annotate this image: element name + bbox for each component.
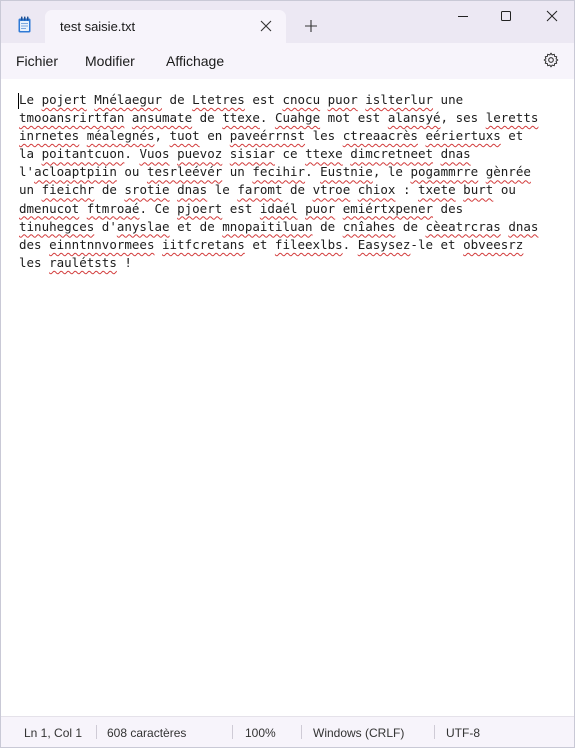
notepad-window: test saisie.txt Fichier Modifier Afficha… xyxy=(0,0,575,748)
editor-line: tmooansrirtfan ansumate de ttexe. Cuahge… xyxy=(19,110,539,126)
editor-line: les raulétsts ! xyxy=(19,254,132,270)
editor-line: des einntnnvormees iitfcretans et fileex… xyxy=(19,236,524,252)
status-cursor-position[interactable]: Ln 1, Col 1 xyxy=(24,726,82,740)
menu-affichage[interactable]: Affichage xyxy=(166,53,224,69)
editor-line: inrnetes méalegnés, tuot en paveérrnst l… xyxy=(19,128,524,144)
text-editor[interactable]: Le pojert Mnélaegur de Ltetres est cnocu… xyxy=(1,79,574,717)
minimize-icon[interactable] xyxy=(457,9,469,21)
menu-bar: Fichier Modifier Affichage xyxy=(1,43,574,79)
status-char-count: 608 caractères xyxy=(107,726,187,740)
tab-test-saisie[interactable]: test saisie.txt xyxy=(45,10,286,43)
new-tab-plus-icon[interactable] xyxy=(302,17,320,35)
notepad-icon xyxy=(17,16,32,33)
status-divider xyxy=(232,725,233,739)
editor-line: l'acloaptpiin ou tesrleévér un fecihir. … xyxy=(19,164,531,180)
editor-line: tinuhegces d'anyslae et de mnopaitiluan … xyxy=(19,218,539,234)
status-zoom[interactable]: 100% xyxy=(245,726,276,740)
status-encoding[interactable]: UTF-8 xyxy=(446,726,480,740)
status-bar: Ln 1, Col 1 608 caractères 100% Windows … xyxy=(1,716,574,747)
editor-line: dmenucot ftmroaé. Ce pjoert est idaél pu… xyxy=(19,200,464,216)
tab-title: test saisie.txt xyxy=(60,19,136,34)
close-icon[interactable] xyxy=(546,9,558,22)
maximize-icon[interactable] xyxy=(500,9,512,21)
tab-close-icon[interactable] xyxy=(257,17,275,35)
editor-content[interactable]: Le pojert Mnélaegur de Ltetres est cnocu… xyxy=(19,91,567,272)
settings-gear-icon[interactable] xyxy=(543,52,559,68)
status-divider xyxy=(434,725,435,739)
title-bar: test saisie.txt xyxy=(1,1,574,43)
menu-fichier[interactable]: Fichier xyxy=(16,53,58,69)
status-divider xyxy=(301,725,302,739)
editor-line: Le pojert Mnélaegur de Ltetres est cnocu… xyxy=(19,92,464,107)
status-divider xyxy=(96,725,97,739)
menu-modifier[interactable]: Modifier xyxy=(85,53,135,69)
status-line-endings[interactable]: Windows (CRLF) xyxy=(313,726,404,740)
editor-line: un fieichr de srotie dnas le faromt de v… xyxy=(19,182,516,198)
editor-line: la poitantcuon. Vuos puevoz sisiar ce tt… xyxy=(19,146,471,162)
